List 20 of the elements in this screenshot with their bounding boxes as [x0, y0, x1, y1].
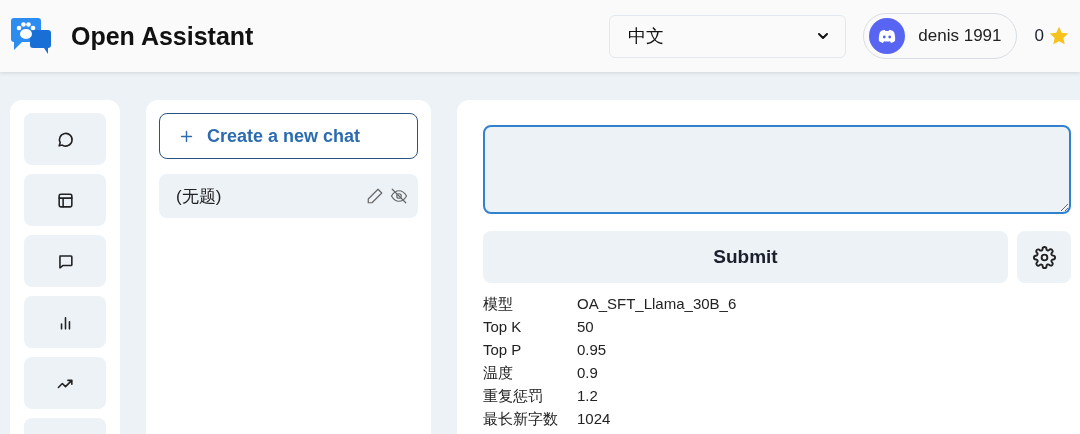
- chat-title: (无题): [176, 185, 222, 208]
- setting-label: 模型: [483, 294, 514, 314]
- setting-label: 最长新字数: [483, 409, 559, 429]
- chat-item[interactable]: (无题): [159, 174, 418, 218]
- setting-label: Top K: [483, 317, 523, 337]
- setting-value: OA_SFT_Llama_30B_6: [577, 294, 737, 314]
- submit-button[interactable]: Submit: [483, 231, 1008, 283]
- setting-value: 50: [577, 317, 595, 337]
- setting-value: 1.2: [577, 386, 599, 406]
- score-count: 0: [1034, 26, 1044, 46]
- setting-label: Top P: [483, 340, 523, 360]
- language-select[interactable]: 中文: [609, 14, 847, 58]
- setting-label: 重复惩罚: [483, 386, 544, 406]
- setting-value: 0.9: [577, 363, 599, 383]
- new-chat-button[interactable]: Create a new chat: [159, 113, 418, 159]
- setting-label: 温度: [483, 363, 514, 383]
- setting-value: 0.95: [577, 340, 608, 360]
- setting-value: 1024: [577, 409, 612, 429]
- app-title: Open Assistant: [71, 21, 254, 51]
- user-menu-button[interactable]: denis 1991: [863, 13, 1017, 59]
